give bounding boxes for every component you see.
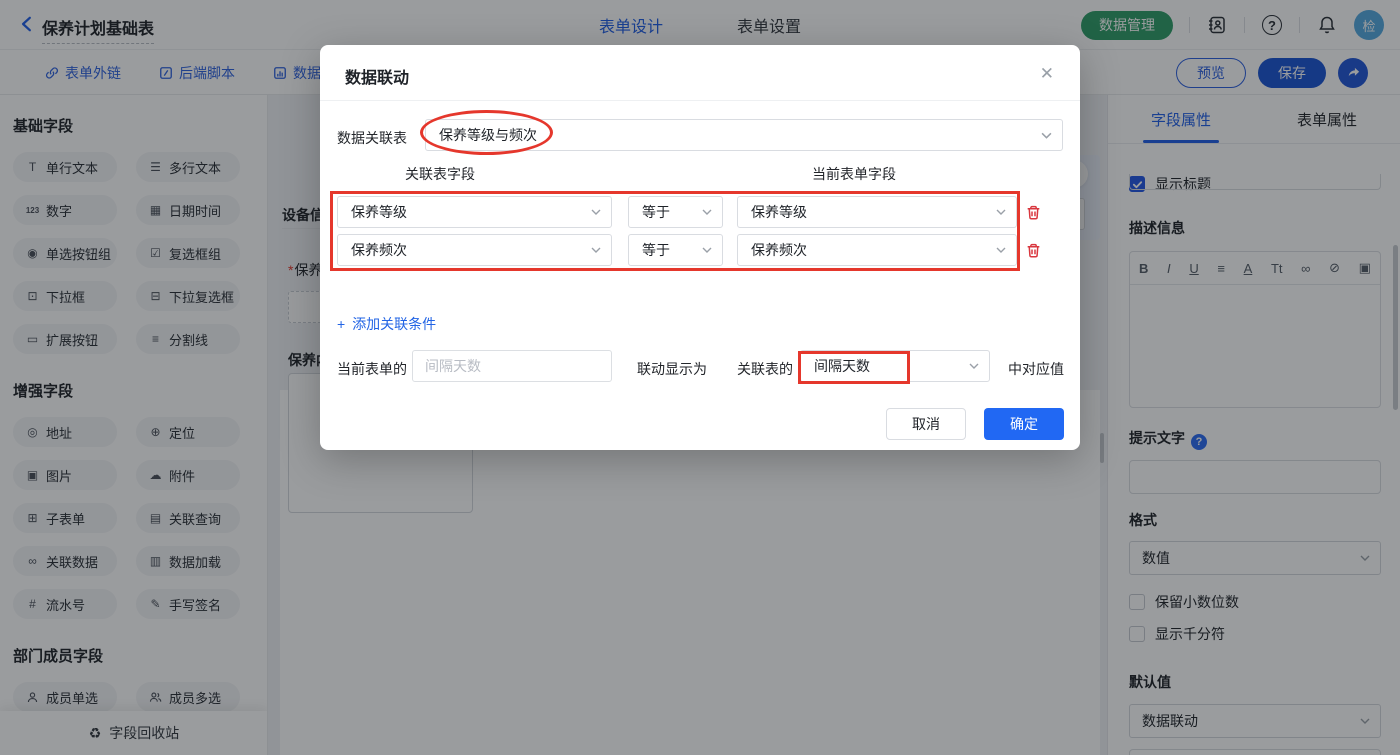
condition2-operator-select[interactable]: 等于 xyxy=(628,234,723,266)
condition1-left-select[interactable]: 保养等级 xyxy=(337,196,612,228)
condition1-right-select[interactable]: 保养等级 xyxy=(737,196,1017,228)
plus-icon: + xyxy=(337,316,345,332)
current-form-label: 当前表单的 xyxy=(337,359,407,379)
link-table-label: 数据关联表 xyxy=(337,128,407,148)
column-header-related-fields: 关联表字段 xyxy=(405,164,475,184)
chevron-down-icon xyxy=(591,209,601,215)
condition2-right-select[interactable]: 保养频次 xyxy=(737,234,1017,266)
display-as-label: 联动显示为 xyxy=(637,359,707,379)
chevron-down-icon xyxy=(591,247,601,253)
related-table-label: 关联表的 xyxy=(737,359,793,379)
condition2-left-select[interactable]: 保养频次 xyxy=(337,234,612,266)
dialog-divider xyxy=(320,100,1080,101)
close-icon[interactable]: ✕ xyxy=(1040,64,1054,84)
data-linkage-dialog: 数据联动 ✕ 数据关联表 保养等级与频次 关联表字段 当前表单字段 保养等级 等… xyxy=(320,45,1080,450)
corresponding-value-label: 中对应值 xyxy=(1008,359,1064,379)
dialog-title: 数据联动 xyxy=(345,64,409,88)
delete-condition1-icon[interactable] xyxy=(1025,204,1042,221)
link-table-select[interactable]: 保养等级与频次 xyxy=(425,119,1063,151)
related-field-select[interactable]: 间隔天数 xyxy=(800,350,990,382)
delete-condition2-icon[interactable] xyxy=(1025,242,1042,259)
chevron-down-icon xyxy=(996,247,1006,253)
chevron-down-icon xyxy=(702,247,712,253)
chevron-down-icon xyxy=(1041,132,1052,139)
chevron-down-icon xyxy=(702,209,712,215)
target-field-input[interactable] xyxy=(412,350,612,382)
chevron-down-icon xyxy=(969,363,979,369)
column-header-current-fields: 当前表单字段 xyxy=(812,164,896,184)
chevron-down-icon xyxy=(996,209,1006,215)
cancel-button[interactable]: 取消 xyxy=(886,408,966,440)
confirm-button[interactable]: 确定 xyxy=(984,408,1064,440)
condition1-operator-select[interactable]: 等于 xyxy=(628,196,723,228)
add-condition-link[interactable]: + 添加关联条件 xyxy=(337,314,436,334)
